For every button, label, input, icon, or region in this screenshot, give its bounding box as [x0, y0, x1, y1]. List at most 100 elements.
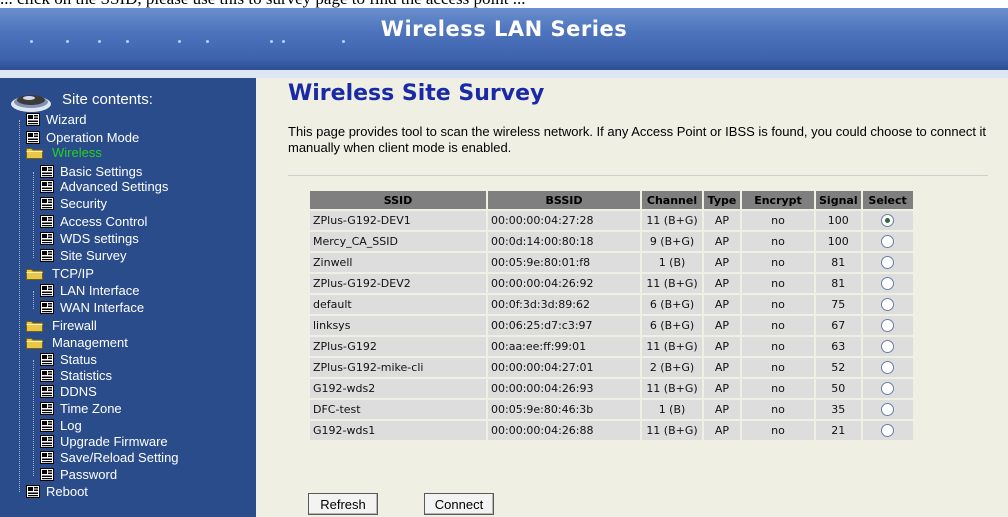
type-cell: AP: [704, 379, 740, 398]
select-radio-button[interactable]: [881, 214, 895, 228]
header-separator: [0, 70, 1008, 78]
page-icon: [40, 180, 54, 193]
encrypt-cell: no: [742, 421, 814, 440]
select-radio-button[interactable]: [881, 340, 895, 354]
refresh-button[interactable]: Refresh: [308, 493, 378, 515]
bssid-cell: 00:00:00:04:26:88: [488, 421, 640, 440]
sidebar-item-label: TCP/IP: [52, 266, 94, 281]
encrypt-cell: no: [742, 316, 814, 335]
select-cell: [862, 358, 913, 377]
signal-cell: 52: [816, 358, 861, 377]
type-cell: AP: [704, 232, 740, 251]
select-cell: [862, 421, 913, 440]
header-bar: [0, 60, 1008, 70]
bssid-cell: 00:aa:ee:ff:99:01: [488, 337, 640, 356]
page-icon: [40, 232, 54, 245]
signal-cell: 21: [816, 421, 861, 440]
sidebar-item-label: Site Survey: [60, 248, 127, 263]
encrypt-cell: no: [742, 400, 814, 419]
select-cell: [862, 274, 913, 293]
table-row: G192-wds2 00:00:00:04:26:93 11 (B+G) AP no 50: [310, 379, 913, 398]
select-radio-button[interactable]: [881, 277, 895, 291]
table-row: ZPlus-G192-DEV2 00:00:00:04:26:92 11 (B+G)…: [310, 274, 913, 293]
signal-column-header: Signal: [816, 191, 861, 209]
banner-title: Wireless LAN Series: [380, 17, 628, 41]
encrypt-cell: no: [742, 274, 814, 293]
sidebar-item-label: Management: [52, 335, 128, 350]
connect-button[interactable]: Connect: [424, 493, 494, 515]
ssid-cell: G192-wds1: [310, 421, 486, 440]
select-radio-button[interactable]: [881, 235, 895, 249]
channel-cell: 1 (B): [642, 400, 702, 419]
sidebar-item-label: Advanced Settings: [60, 179, 169, 194]
page-icon: [40, 369, 54, 382]
ssid-cell: Zinwell: [310, 253, 486, 272]
select-radio-button[interactable]: [881, 403, 895, 417]
encrypt-cell: no: [742, 337, 814, 356]
tree-guide-line: [33, 360, 34, 476]
ssid-cell: G192-wds2: [310, 379, 486, 398]
type-cell: AP: [704, 358, 740, 377]
channel-cell: 11 (B+G): [642, 337, 702, 356]
encrypt-cell: no: [742, 232, 814, 251]
select-cell: [862, 400, 913, 419]
table-header-row: SSID BSSID Channel Type Encrypt Signal S…: [310, 191, 913, 209]
table-row: linksys 00:06:25:d7:c3:97 6 (B+G) AP no 67: [310, 316, 913, 335]
type-cell: AP: [704, 274, 740, 293]
page-icon: [40, 468, 54, 481]
page-icon: [40, 284, 54, 297]
ssid-cell: ZPlus-G192-DEV2: [310, 274, 486, 293]
encrypt-cell: no: [742, 253, 814, 272]
ssid-cell: default: [310, 295, 486, 314]
ssid-cell: ZPlus-G192-DEV1: [310, 211, 486, 230]
sidebar-item-label: Operation Mode: [46, 130, 140, 145]
table-row: ZPlus-G192-DEV1 00:00:00:04:27:28 11 (B+G)…: [310, 211, 913, 230]
tree-guide-line: [33, 291, 34, 309]
document-caption: ... click on the SSID, please use this t…: [0, 0, 525, 8]
channel-cell: 6 (B+G): [642, 316, 702, 335]
page-icon: [40, 197, 54, 210]
sidebar-item-label: WAN Interface: [60, 300, 145, 315]
sidebar-item-label: Time Zone: [60, 401, 122, 416]
channel-cell: 11 (B+G): [642, 379, 702, 398]
sidebar-item-label: Basic Settings: [60, 164, 143, 179]
select-radio-button[interactable]: [881, 298, 895, 312]
channel-column-header: Channel: [642, 191, 702, 209]
signal-cell: 67: [816, 316, 861, 335]
bssid-cell: 00:05:9e:80:46:3b: [488, 400, 640, 419]
globe-icon: [11, 95, 51, 112]
sidebar-item-label: Upgrade Firmware: [60, 434, 168, 449]
page-icon: [26, 131, 40, 144]
select-radio-button[interactable]: [881, 319, 895, 333]
ssid-column-header: SSID: [310, 191, 486, 209]
ssid-cell: ZPlus-G192: [310, 337, 486, 356]
sidebar-item-label: Wizard: [46, 112, 87, 127]
select-radio-button[interactable]: [881, 361, 895, 375]
type-cell: AP: [704, 316, 740, 335]
sidebar: Site contents: Wizard Operation Mode Wirel…: [0, 78, 256, 517]
sidebar-item-label: Save/Reload Setting: [60, 450, 179, 465]
type-cell: AP: [704, 211, 740, 230]
channel-cell: 9 (B+G): [642, 232, 702, 251]
sidebar-item-label: Firewall: [52, 318, 97, 333]
tree-guide-line: [19, 120, 20, 492]
table-row: DFC-test 00:05:9e:80:46:3b 1 (B) AP no 35: [310, 400, 913, 419]
main-content: Wireless Site Survey This page provides …: [256, 78, 1008, 517]
channel-cell: 1 (B): [642, 253, 702, 272]
bssid-cell: 00:00:00:04:27:28: [488, 211, 640, 230]
select-cell: [862, 295, 913, 314]
survey-table-body: ZPlus-G192-DEV1 00:00:00:04:27:28 11 (B+G)…: [310, 211, 913, 440]
bssid-cell: 00:06:25:d7:c3:97: [488, 316, 640, 335]
page-icon: [40, 165, 54, 178]
select-radio-button[interactable]: [881, 382, 895, 396]
type-cell: AP: [704, 421, 740, 440]
select-radio-button[interactable]: [881, 256, 895, 270]
ssid-cell: DFC-test: [310, 400, 486, 419]
header-banner: Wireless LAN Series: [0, 8, 1008, 60]
signal-cell: 50: [816, 379, 861, 398]
select-radio-button[interactable]: [881, 424, 895, 438]
sidebar-item-label: Log: [60, 418, 82, 433]
signal-cell: 35: [816, 400, 861, 419]
page-icon: [40, 385, 54, 398]
document-caption-strip: ... click on the SSID, please use this t…: [0, 0, 1008, 8]
